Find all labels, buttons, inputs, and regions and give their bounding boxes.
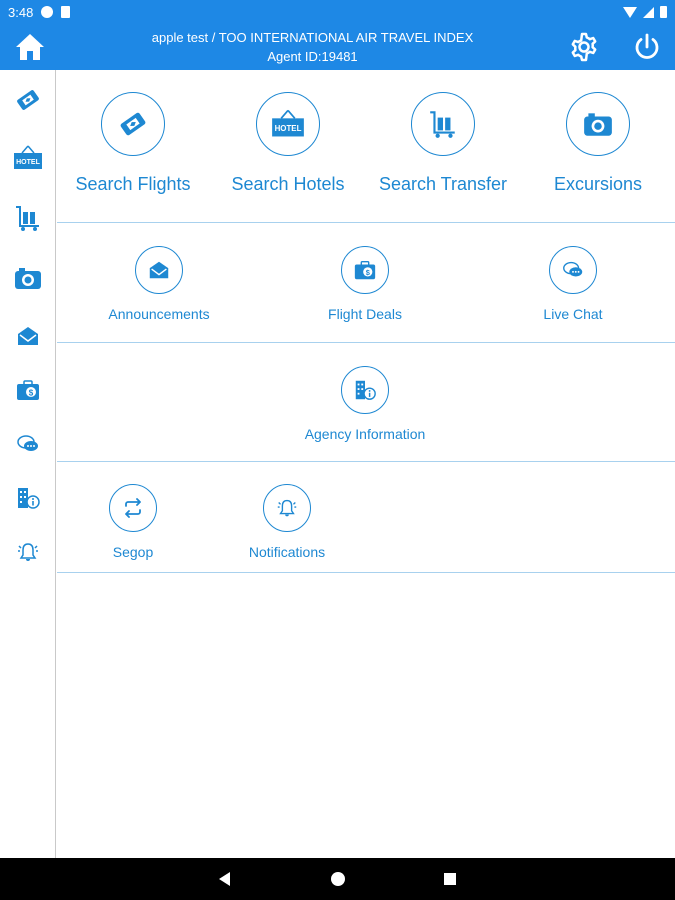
luggage-cart-icon (430, 111, 455, 138)
search-transfer-icon-circle (411, 92, 475, 156)
home-icon (16, 34, 44, 60)
home-nav-button[interactable] (329, 870, 347, 888)
header-account-name: apple test / TOO INTERNATIONAL AIR TRAVE… (151, 30, 474, 45)
building-info-icon (355, 380, 376, 400)
envelope-icon (149, 261, 169, 279)
search-transfer-label: Search Transfer (378, 174, 508, 194)
chat-bubbles-icon (563, 261, 583, 277)
divider (57, 222, 675, 223)
signal-icon (643, 6, 654, 18)
segop-tile[interactable]: Segop (101, 484, 165, 560)
segop-label: Segop (112, 544, 154, 560)
hotel-sign-text: HOTEL (275, 124, 302, 133)
swap-arrows-icon (125, 498, 141, 518)
settings-button[interactable] (568, 31, 600, 63)
main-dashboard: Search Flights HOTEL Search Hotels Searc… (57, 70, 675, 858)
power-icon (635, 33, 659, 59)
camera-icon (584, 113, 612, 136)
excursions-tile[interactable]: Excursions (543, 92, 653, 195)
divider (57, 461, 675, 462)
header-agent-id: Agent ID:19481 (267, 49, 358, 64)
envelope-icon (18, 327, 38, 345)
home-button[interactable] (14, 32, 46, 62)
ticket-icon (17, 90, 39, 110)
announcements-label: Announcements (108, 306, 210, 322)
excursions-icon-circle (566, 92, 630, 156)
announcements-icon-circle (135, 246, 183, 294)
search-transfer-tile[interactable]: Search Transfer (373, 92, 513, 195)
building-info-icon (18, 488, 40, 509)
live-chat-tile[interactable]: Live Chat (531, 246, 615, 322)
svg-text:$: $ (29, 389, 34, 398)
luggage-cart-icon (16, 206, 39, 231)
battery-icon (660, 6, 667, 18)
sidebar-item-excursions[interactable] (12, 262, 44, 294)
divider (57, 342, 675, 343)
camera-icon (15, 268, 41, 289)
search-flights-icon-circle (101, 92, 165, 156)
search-flights-label: Search Flights (75, 174, 191, 194)
hotel-sign-text: HOTEL (16, 159, 40, 166)
segop-icon-circle (109, 484, 157, 532)
notifications-tile[interactable]: Notifications (237, 484, 337, 560)
live-chat-label: Live Chat (543, 306, 603, 322)
wifi-icon (623, 6, 637, 18)
sidebar-item-notifications[interactable] (12, 536, 44, 568)
agency-information-tile[interactable]: Agency Information (289, 366, 441, 442)
notifications-label: Notifications (248, 544, 326, 560)
gear-icon (571, 32, 597, 62)
sidebar-item-announcements[interactable] (12, 320, 44, 352)
flight-deals-tile[interactable]: $ Flight Deals (315, 246, 415, 322)
suitcase-dollar-icon: $ (354, 261, 376, 280)
notification-dot-icon (41, 6, 54, 18)
ticket-icon (120, 112, 146, 136)
logout-button[interactable] (631, 31, 663, 63)
status-time: 3:48 (8, 4, 34, 20)
home-circle-icon (331, 872, 345, 886)
sidebar-item-hotels[interactable]: HOTEL (12, 142, 44, 174)
sidebar: HOTEL $ (0, 70, 56, 858)
announcements-tile[interactable]: Announcements (97, 246, 221, 322)
live-chat-icon-circle (549, 246, 597, 294)
back-button[interactable] (216, 870, 234, 888)
hotel-sign-icon: HOTEL (272, 109, 304, 137)
system-navigation-bar (0, 858, 675, 900)
back-triangle-icon (219, 872, 230, 886)
agency-information-label: Agency Information (304, 426, 426, 442)
suitcase-dollar-icon: $ (17, 380, 39, 400)
sidebar-item-flight-deals[interactable]: $ (12, 374, 44, 406)
flight-deals-label: Flight Deals (328, 306, 402, 322)
divider (57, 572, 675, 573)
sidebar-item-transfer[interactable] (12, 202, 44, 234)
search-hotels-tile[interactable]: HOTEL Search Hotels (227, 92, 349, 195)
flight-deals-icon-circle: $ (341, 246, 389, 294)
header-title: apple test / TOO INTERNATIONAL AIR TRAVE… (80, 28, 545, 66)
sd-card-icon (61, 6, 71, 18)
chat-bubbles-icon (17, 435, 38, 451)
svg-text:$: $ (366, 268, 370, 277)
search-hotels-icon-circle: HOTEL (256, 92, 320, 156)
bell-icon (18, 543, 38, 561)
search-flights-tile[interactable]: Search Flights (73, 92, 193, 195)
status-bar: 3:48 (0, 0, 675, 24)
excursions-label: Excursions (553, 174, 643, 194)
sidebar-item-live-chat[interactable] (12, 428, 44, 460)
app-header: apple test / TOO INTERNATIONAL AIR TRAVE… (0, 24, 675, 70)
agency-information-icon-circle (341, 366, 389, 414)
hotel-sign-icon: HOTEL (14, 145, 42, 169)
sidebar-item-agency-information[interactable] (12, 482, 44, 514)
recents-square-icon (444, 873, 456, 885)
notifications-icon-circle (263, 484, 311, 532)
sidebar-item-flights[interactable] (12, 84, 44, 116)
bell-icon (277, 499, 297, 517)
recents-button[interactable] (441, 870, 459, 888)
search-hotels-label: Search Hotels (231, 174, 345, 194)
